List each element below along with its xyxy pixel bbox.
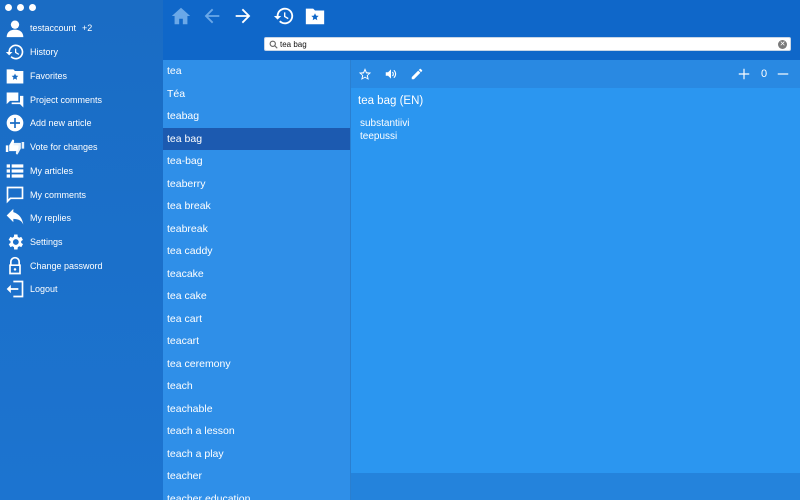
word-list-item[interactable]: teabag [163,105,350,128]
back-button[interactable] [200,4,224,28]
zoom-out-button[interactable] [775,66,791,82]
user-icon [4,17,26,39]
account-badge: +2 [82,23,93,33]
vote-icon [4,136,26,158]
translation[interactable]: teepussi [360,131,397,142]
account-name: testaccount [30,23,77,33]
window-controls [5,4,36,11]
word-list-item[interactable]: tea caddy [163,240,350,263]
sidebar-item-history[interactable]: History [4,41,159,63]
sidebar-item-label: Logout [30,284,58,294]
word-list-item[interactable]: teaberry [163,173,350,196]
word-list-item[interactable]: tea [163,60,350,83]
comments-icon [4,89,26,111]
forward-button[interactable] [231,4,255,28]
sidebar: testaccount +2 History Favorites Project… [0,0,163,500]
word-list-item[interactable]: teabreak [163,218,350,241]
star-outline-icon [358,68,372,80]
arrow-left-icon [204,8,220,24]
add-icon [4,112,26,134]
sidebar-item-label: Settings [30,237,63,247]
article-pane: 0 tea bag (EN) substantiivi teepussi [351,60,800,473]
sidebar-item-label: My articles [30,166,74,176]
sidebar-item-change-password[interactable]: Change password [4,255,159,277]
zoom-window-dot[interactable] [29,4,36,11]
sidebar-item-label: Project comments [30,95,103,105]
zoom-in-button[interactable] [736,66,752,82]
sidebar-item-label: My replies [30,213,72,223]
sidebar-item-favorites[interactable]: Favorites [4,65,159,87]
sidebar-item-account[interactable]: testaccount +2 [4,17,159,39]
word-list-item[interactable]: teacake [163,263,350,286]
home-icon [171,7,191,25]
word-list-item[interactable]: teach a lesson [163,420,350,443]
article-title: tea bag (EN) [358,95,424,107]
sidebar-item-label: My comments [30,190,87,200]
search-input[interactable] [280,38,775,50]
word-list-item[interactable]: tea cake [163,285,350,308]
sidebar-item-label: Vote for changes [30,142,98,152]
word-list-item[interactable]: tea break [163,195,350,218]
word-list[interactable]: tea Téa teabag tea bag tea-bag teaberry tea br… [163,60,351,500]
word-list-item[interactable]: tea ceremony [163,353,350,376]
sidebar-item-settings[interactable]: Settings [4,231,159,253]
sidebar-item-label: Change password [30,261,103,271]
minus-icon [777,73,789,75]
history-button[interactable] [272,4,296,28]
word-list-item[interactable]: teach [163,375,350,398]
plus-icon [738,68,750,80]
close-window-dot[interactable] [5,4,12,11]
top-toolbar: ✕ [163,0,800,60]
sidebar-item-label: Favorites [30,71,68,81]
pencil-icon [411,68,423,80]
sidebar-item-add-article[interactable]: Add new article [4,112,159,134]
edit-button[interactable] [409,66,425,82]
article-footer [351,473,800,500]
search-icon [269,40,278,49]
zoom-level: 0 [760,68,768,80]
favorite-star-button[interactable] [357,66,373,82]
sidebar-item-logout[interactable]: Logout [4,278,159,300]
history-icon [4,41,26,63]
favorites-button[interactable] [303,4,327,28]
favorites-folder-icon [305,8,325,25]
search-bar: ✕ [264,37,791,51]
sidebar-item-my-articles[interactable]: My articles [4,160,159,182]
history-icon [273,7,294,25]
sidebar-item-project-comments[interactable]: Project comments [4,89,159,111]
word-list-item[interactable]: teach a play [163,443,350,466]
logout-icon [4,278,26,300]
pronounce-button[interactable] [383,66,399,82]
reply-icon [4,207,26,229]
sidebar-item-my-comments[interactable]: My comments [4,184,159,206]
sidebar-item-vote[interactable]: Vote for changes [4,136,159,158]
article-toolbar: 0 [351,60,800,88]
favorites-icon [4,65,26,87]
word-list-item[interactable]: teacart [163,330,350,353]
part-of-speech: substantiivi [360,118,410,129]
speaker-icon [385,69,397,79]
comment-icon [4,184,26,206]
lock-icon [4,255,26,277]
minimize-window-dot[interactable] [17,4,24,11]
clear-search-button[interactable]: ✕ [778,40,787,49]
home-button[interactable] [169,4,193,28]
sidebar-item-label: Add new article [30,118,92,128]
arrow-right-icon [235,8,251,24]
word-list-item[interactable]: teacher education [163,488,350,500]
word-list-item[interactable]: teachable [163,398,350,421]
word-list-item[interactable]: tea-bag [163,150,350,173]
gear-icon [4,231,26,253]
word-list-item[interactable]: Téa [163,83,350,106]
list-icon [4,160,26,182]
word-list-item[interactable]: tea bag [163,127,350,150]
sidebar-item-label: History [30,47,59,57]
sidebar-item-my-replies[interactable]: My replies [4,207,159,229]
word-list-item[interactable]: teacher [163,465,350,488]
word-list-item[interactable]: tea cart [163,308,350,331]
